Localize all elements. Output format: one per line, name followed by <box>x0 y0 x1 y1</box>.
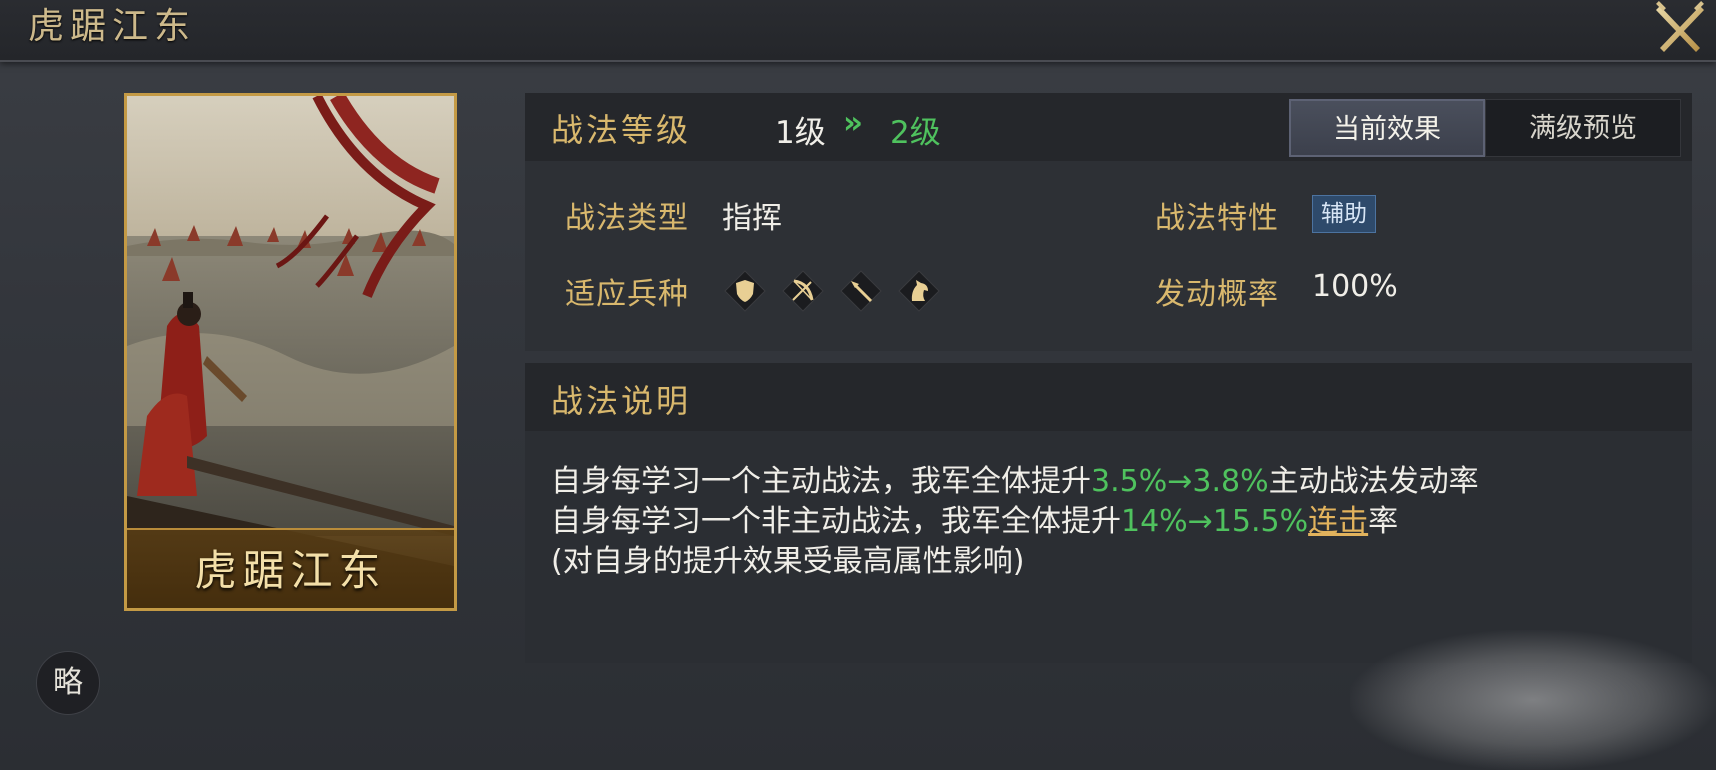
rate-value: 100% <box>1312 269 1398 304</box>
close-icon[interactable] <box>1650 0 1710 56</box>
type-value: 指挥 <box>722 201 782 236</box>
type-label: 战法类型 <box>565 201 689 236</box>
description-title: 战法说明 <box>551 382 692 420</box>
spear-icon <box>839 269 883 313</box>
window-title: 虎踞江东 <box>28 6 197 47</box>
description-line-2: 自身每学习一个非主动战法，我军全体提升14%→15.5%连击率 <box>551 496 1398 540</box>
line1-text: 自身每学习一个主动战法，我军全体提升 <box>551 464 1091 499</box>
description-line-1: 自身每学习一个主动战法，我军全体提升3.5%→3.8%主动战法发动率 <box>551 456 1479 500</box>
description-line-3: (对自身的提升效果受最高属性影响) <box>551 544 1025 579</box>
level-arrow-icon: » <box>843 105 863 141</box>
level-from: 1级 <box>775 115 826 151</box>
level-label: 战法等级 <box>551 111 692 149</box>
level-row: 战法等级 1级 » 2级 当前效果 满级预览 <box>525 93 1692 161</box>
tab-max-level-preview[interactable]: 满级预览 <box>1485 99 1681 157</box>
combo-link[interactable]: 连击 <box>1308 504 1368 539</box>
trait-label: 战法特性 <box>1155 201 1279 236</box>
rate-label: 发动概率 <box>1155 277 1279 312</box>
card-name: 虎踞江东 <box>194 546 387 595</box>
line2-text: 自身每学习一个非主动战法，我军全体提升 <box>551 504 1121 539</box>
horse-icon <box>897 269 941 313</box>
line2-value: 14%→15.5% <box>1121 504 1309 539</box>
watermark-logo <box>1350 630 1716 770</box>
tab-current-effect[interactable]: 当前效果 <box>1289 99 1485 157</box>
bow-icon <box>781 269 825 313</box>
description-panel: 战法说明 自身每学习一个主动战法，我军全体提升3.5%→3.8%主动战法发动率 … <box>525 363 1692 663</box>
line1-suffix: 主动战法发动率 <box>1268 464 1479 499</box>
level-to: 2级 <box>890 115 941 151</box>
shield-icon <box>723 269 767 313</box>
trait-badge: 辅助 <box>1312 195 1376 233</box>
description-header: 战法说明 <box>525 363 1692 431</box>
strategy-brief-button[interactable]: 略 <box>36 651 100 715</box>
troops-label: 适应兵种 <box>565 277 689 312</box>
tactic-info-panel: 战法等级 1级 » 2级 当前效果 满级预览 战法类型 指挥 战法特性 辅助 适… <box>525 93 1692 351</box>
tactic-card: 虎踞江东 <box>124 93 457 611</box>
top-bar: 虎踞江东 <box>0 0 1716 62</box>
line2-suffix: 率 <box>1368 504 1399 539</box>
line1-value: 3.5%→3.8% <box>1091 464 1269 499</box>
